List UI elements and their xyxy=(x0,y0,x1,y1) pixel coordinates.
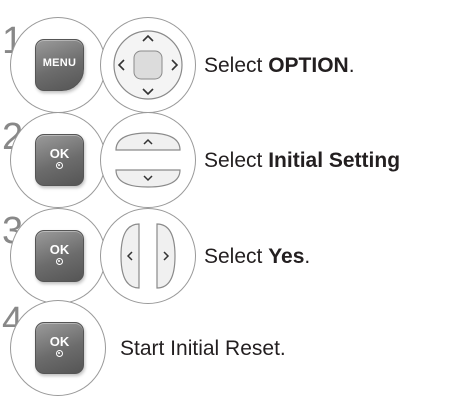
dpad-icon[interactable] xyxy=(100,17,196,113)
step-3-instruction: Select Yes. xyxy=(204,245,311,268)
ok-button-circle: OK xyxy=(10,208,106,304)
menu-button-circle: MENU xyxy=(10,17,106,113)
ok-key[interactable]: OK xyxy=(35,230,84,282)
step-2-instruction: Select Initial Setting xyxy=(204,149,401,172)
nav-circle xyxy=(100,208,196,304)
ok-key[interactable]: OK xyxy=(35,322,84,374)
menu-key[interactable]: MENU xyxy=(35,39,84,91)
ok-dot-icon xyxy=(56,350,63,357)
ok-dot-icon xyxy=(56,162,63,169)
step-4-instruction: Start Initial Reset. xyxy=(120,337,286,360)
nav-circle xyxy=(100,17,196,113)
ok-dot-icon xyxy=(56,258,63,265)
ok-button-circle: OK xyxy=(10,112,106,208)
nav-circle xyxy=(100,112,196,208)
ok-key[interactable]: OK xyxy=(35,134,84,186)
left-right-arrows-icon[interactable] xyxy=(100,208,196,304)
up-down-arrows-icon[interactable] xyxy=(100,112,196,208)
step-1-instruction: Select OPTION. xyxy=(204,54,355,77)
ok-button-circle: OK xyxy=(10,300,106,396)
